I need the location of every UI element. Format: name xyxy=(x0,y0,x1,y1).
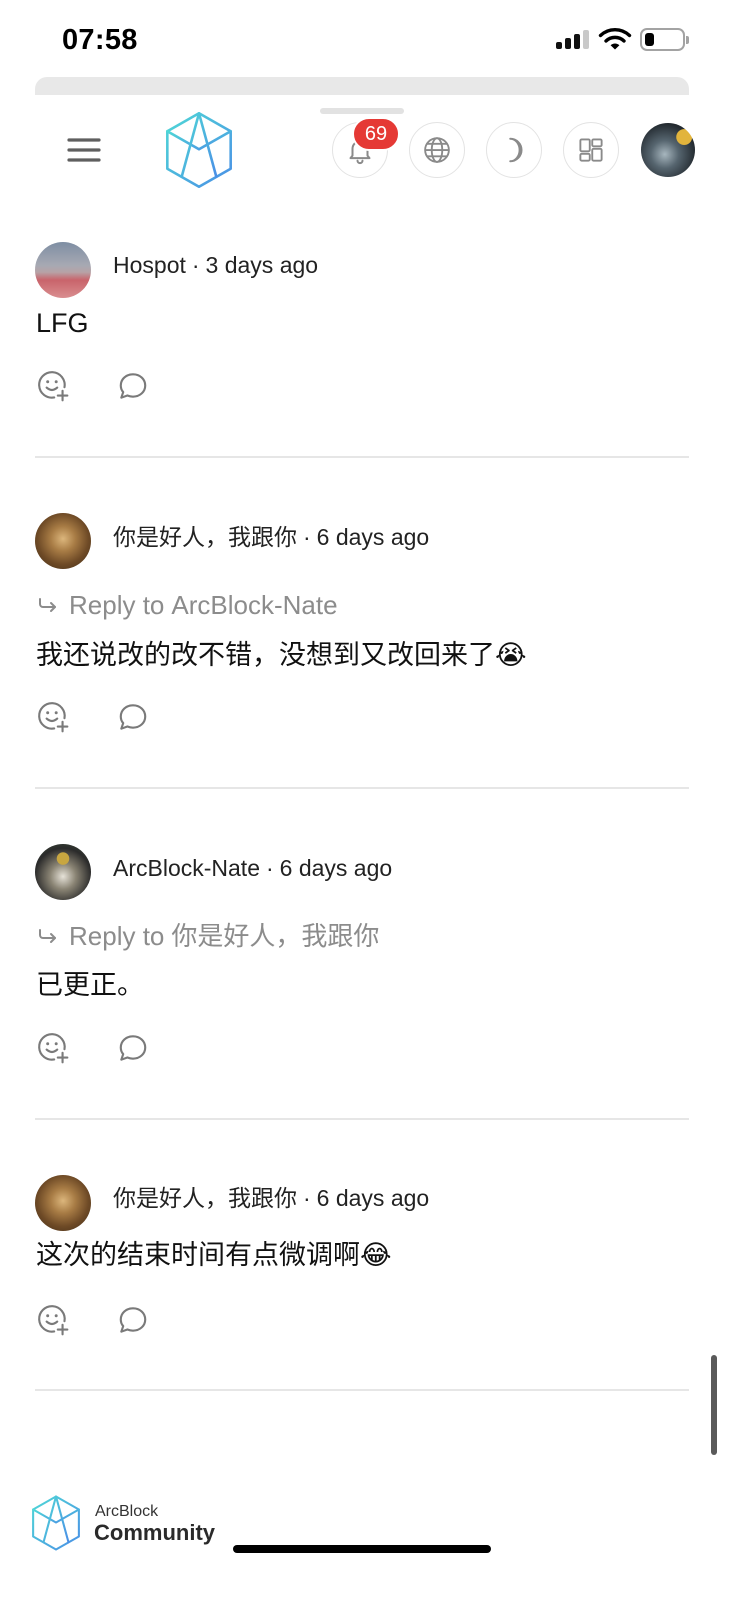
reply-to-label: Reply to xyxy=(69,590,165,620)
moon-icon xyxy=(509,137,523,163)
comment-body: 已更正。 xyxy=(36,970,144,1000)
battery-cap xyxy=(686,36,689,44)
meta-separator: · xyxy=(265,855,274,881)
reply-to-author[interactable]: 你是好人，我跟你 xyxy=(171,919,379,953)
comment-item: Hospot · 3 days ago LFG xyxy=(0,242,739,522)
comment-meta: 你是好人，我跟你 · 6 days ago xyxy=(113,522,429,552)
comment-author-avatar[interactable] xyxy=(35,1175,91,1231)
signal-bar xyxy=(556,42,562,49)
arcblock-logo xyxy=(166,111,232,189)
add-reaction-button[interactable] xyxy=(36,700,70,734)
footer-brand-link[interactable]: ArcBlock Community xyxy=(28,1492,218,1554)
comment-item: 你是好人，我跟你 · 6 days ago 这次的结束时间有点微调啊😂 xyxy=(0,1175,739,1455)
reply-arrow-icon xyxy=(39,598,56,612)
reply-to-label: Reply to xyxy=(69,921,165,951)
add-reaction-button[interactable] xyxy=(36,369,70,403)
comment-time: 6 days ago xyxy=(316,1185,430,1211)
footer-brand-subtitle: Community xyxy=(94,1520,215,1545)
reply-to-line[interactable]: Reply to ArcBlock-Nate xyxy=(36,588,338,622)
add-reaction-icon xyxy=(38,1033,69,1064)
cellular-signal-icon xyxy=(556,29,590,49)
signal-bar xyxy=(574,34,580,49)
add-reaction-button[interactable] xyxy=(36,1031,70,1065)
comment-divider xyxy=(35,1118,689,1120)
reply-button[interactable] xyxy=(116,700,150,734)
hamburger-menu-icon xyxy=(67,138,101,162)
reply-button[interactable] xyxy=(116,1031,150,1065)
battery-body xyxy=(640,28,685,51)
add-reaction-icon xyxy=(38,1305,69,1336)
theme-toggle-button[interactable] xyxy=(486,122,542,178)
comment-meta: 你是好人，我跟你 · 6 days ago xyxy=(113,1183,429,1213)
menu-button[interactable] xyxy=(64,133,104,167)
comment-author-name[interactable]: 你是好人，我跟你 xyxy=(113,1185,297,1211)
vertical-scrollbar[interactable] xyxy=(711,1355,717,1455)
reply-to-author[interactable]: ArcBlock-Nate xyxy=(171,588,337,622)
comment-time: 6 days ago xyxy=(279,855,393,881)
comment-time: 3 days ago xyxy=(205,252,319,278)
add-reaction-button[interactable] xyxy=(36,1303,70,1337)
signal-bar xyxy=(565,38,571,49)
comment-divider xyxy=(35,787,689,789)
comment-author-name[interactable]: Hospot xyxy=(113,252,186,278)
globe-icon xyxy=(424,137,450,163)
comment-author-avatar[interactable] xyxy=(35,242,91,298)
battery-level-fill xyxy=(645,33,654,46)
comment-author-name[interactable]: 你是好人，我跟你 xyxy=(113,524,297,550)
meta-separator: · xyxy=(191,252,200,278)
grid-icon xyxy=(579,138,603,162)
sheet-background-edge xyxy=(35,77,689,95)
apps-button[interactable] xyxy=(563,122,619,178)
add-reaction-icon xyxy=(38,371,69,402)
comment-author-name[interactable]: ArcBlock-Nate xyxy=(113,855,260,881)
reply-comment-icon xyxy=(119,704,147,730)
comment-meta: Hospot · 3 days ago xyxy=(113,250,318,280)
reply-button[interactable] xyxy=(116,1303,150,1337)
comment-meta: ArcBlock-Nate · 6 days ago xyxy=(113,853,392,883)
status-time: 07:58 xyxy=(62,24,138,56)
comment-item: ArcBlock-Nate · 6 days ago Reply to 你是好人，我跟… xyxy=(0,844,739,1124)
home-indicator[interactable] xyxy=(233,1545,491,1553)
signal-bar xyxy=(583,30,589,49)
battery-icon xyxy=(640,28,690,51)
comment-body: LFG xyxy=(36,308,89,338)
comment-author-avatar[interactable] xyxy=(35,844,91,900)
arcblock-logo xyxy=(32,1495,80,1551)
user-avatar[interactable] xyxy=(641,123,695,177)
home-logo-link[interactable] xyxy=(163,110,235,190)
reply-comment-icon xyxy=(119,1307,147,1333)
notification-count-badge: 69 xyxy=(352,117,400,151)
wifi-icon xyxy=(598,28,632,50)
comment-body: 我还说改的改不错，没想到又改回来了😭 xyxy=(36,640,527,670)
comment-divider xyxy=(35,456,689,458)
meta-separator: · xyxy=(303,1185,311,1211)
comment-body: 这次的结束时间有点微调啊😂 xyxy=(36,1240,392,1270)
comment-divider xyxy=(35,1389,689,1391)
reply-comment-icon xyxy=(119,373,147,399)
comment-time: 6 days ago xyxy=(316,524,430,550)
meta-separator: · xyxy=(303,524,311,550)
reply-button[interactable] xyxy=(116,369,150,403)
reply-comment-icon xyxy=(119,1035,147,1061)
sheet-drag-handle[interactable] xyxy=(320,108,404,114)
comment-item: 你是好人，我跟你 · 6 days ago Reply to ArcBlock-Nat… xyxy=(0,513,739,793)
language-button[interactable] xyxy=(409,122,465,178)
reply-arrow-icon xyxy=(39,929,56,943)
comment-author-avatar[interactable] xyxy=(35,513,91,569)
reply-to-line[interactable]: Reply to 你是好人，我跟你 xyxy=(36,919,379,953)
add-reaction-icon xyxy=(38,702,69,733)
